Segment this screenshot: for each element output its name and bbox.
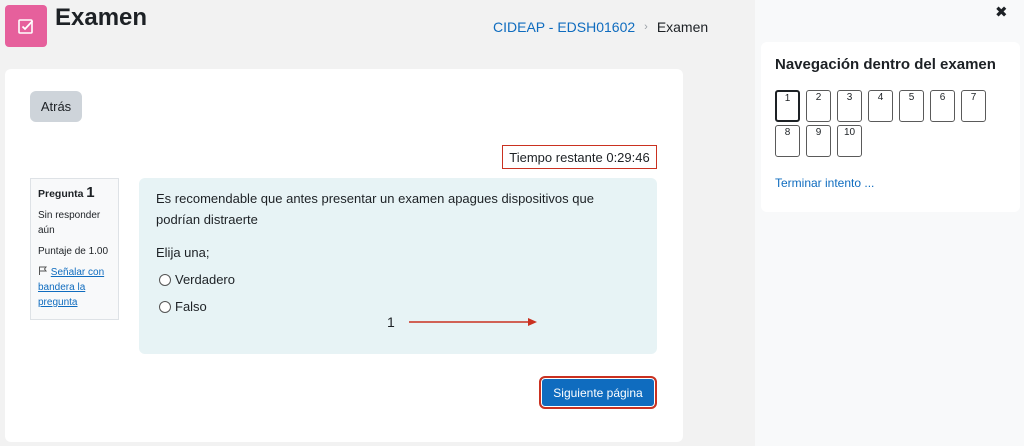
next-page-button[interactable]: Siguiente página <box>539 376 657 409</box>
question-nav-button[interactable]: 7 <box>961 90 986 122</box>
question-nav-button[interactable]: 1 <box>775 90 800 122</box>
option-falso[interactable]: Falso <box>156 296 640 317</box>
question-text: Es recomendable que antes presentar un e… <box>156 191 594 227</box>
finish-attempt-link[interactable]: Terminar intento ... <box>775 176 874 190</box>
quiz-icon <box>5 5 47 47</box>
navigation-title: Navegación dentro del examen <box>775 56 996 73</box>
question-label: Pregunta <box>38 188 84 200</box>
quiz-navigation: Navegación dentro del examen 1 2 3 4 5 6… <box>761 42 1020 212</box>
question-nav-button[interactable]: 3 <box>837 90 862 122</box>
question-nav-button[interactable]: 4 <box>868 90 893 122</box>
question-nav-button[interactable]: 8 <box>775 125 800 157</box>
answer-prompt: Elija una; <box>156 245 210 260</box>
radio-verdadero[interactable] <box>159 273 171 286</box>
time-remaining: Tiempo restante 0:29:46 <box>502 145 657 169</box>
option-label: Falso <box>175 299 207 314</box>
question-content: Es recomendable que antes presentar un e… <box>139 178 657 354</box>
quiz-card: Atrás Tiempo restante 0:29:46 Pregunta 1… <box>5 69 683 442</box>
chevron-right-icon: › <box>644 21 648 33</box>
question-score: Puntaje de 1.00 <box>38 246 109 257</box>
question-nav-button[interactable]: 10 <box>837 125 862 157</box>
question-nav-button[interactable]: 9 <box>806 125 831 157</box>
page-title: Examen <box>55 4 148 31</box>
radio-falso[interactable] <box>159 300 171 313</box>
question-info: Pregunta 1 Sin responder aún Puntaje de … <box>30 178 119 320</box>
back-button[interactable]: Atrás <box>30 91 82 122</box>
annotation-arrow <box>409 318 537 326</box>
breadcrumb-course-link[interactable]: CIDEAP - EDSH01602 <box>493 19 635 35</box>
flag-icon <box>38 266 51 278</box>
close-icon[interactable]: ✖ <box>995 3 1008 21</box>
breadcrumb: CIDEAP - EDSH01602 › Examen <box>493 19 708 35</box>
question-nav-button[interactable]: 5 <box>899 90 924 122</box>
flag-question-link[interactable]: Señalar con bandera la pregunta <box>38 265 111 310</box>
question-number: 1 <box>86 184 95 201</box>
annotation-number: 1 <box>387 314 395 330</box>
question-nav-grid: 1 2 3 4 5 6 7 8 9 10 <box>775 90 995 157</box>
question-status: Sin responder aún <box>38 210 101 236</box>
option-verdadero[interactable]: Verdadero <box>156 269 640 290</box>
breadcrumb-current: Examen <box>656 19 709 35</box>
option-label: Verdadero <box>175 272 235 287</box>
question-nav-button[interactable]: 6 <box>930 90 955 122</box>
question-nav-button[interactable]: 2 <box>806 90 831 122</box>
